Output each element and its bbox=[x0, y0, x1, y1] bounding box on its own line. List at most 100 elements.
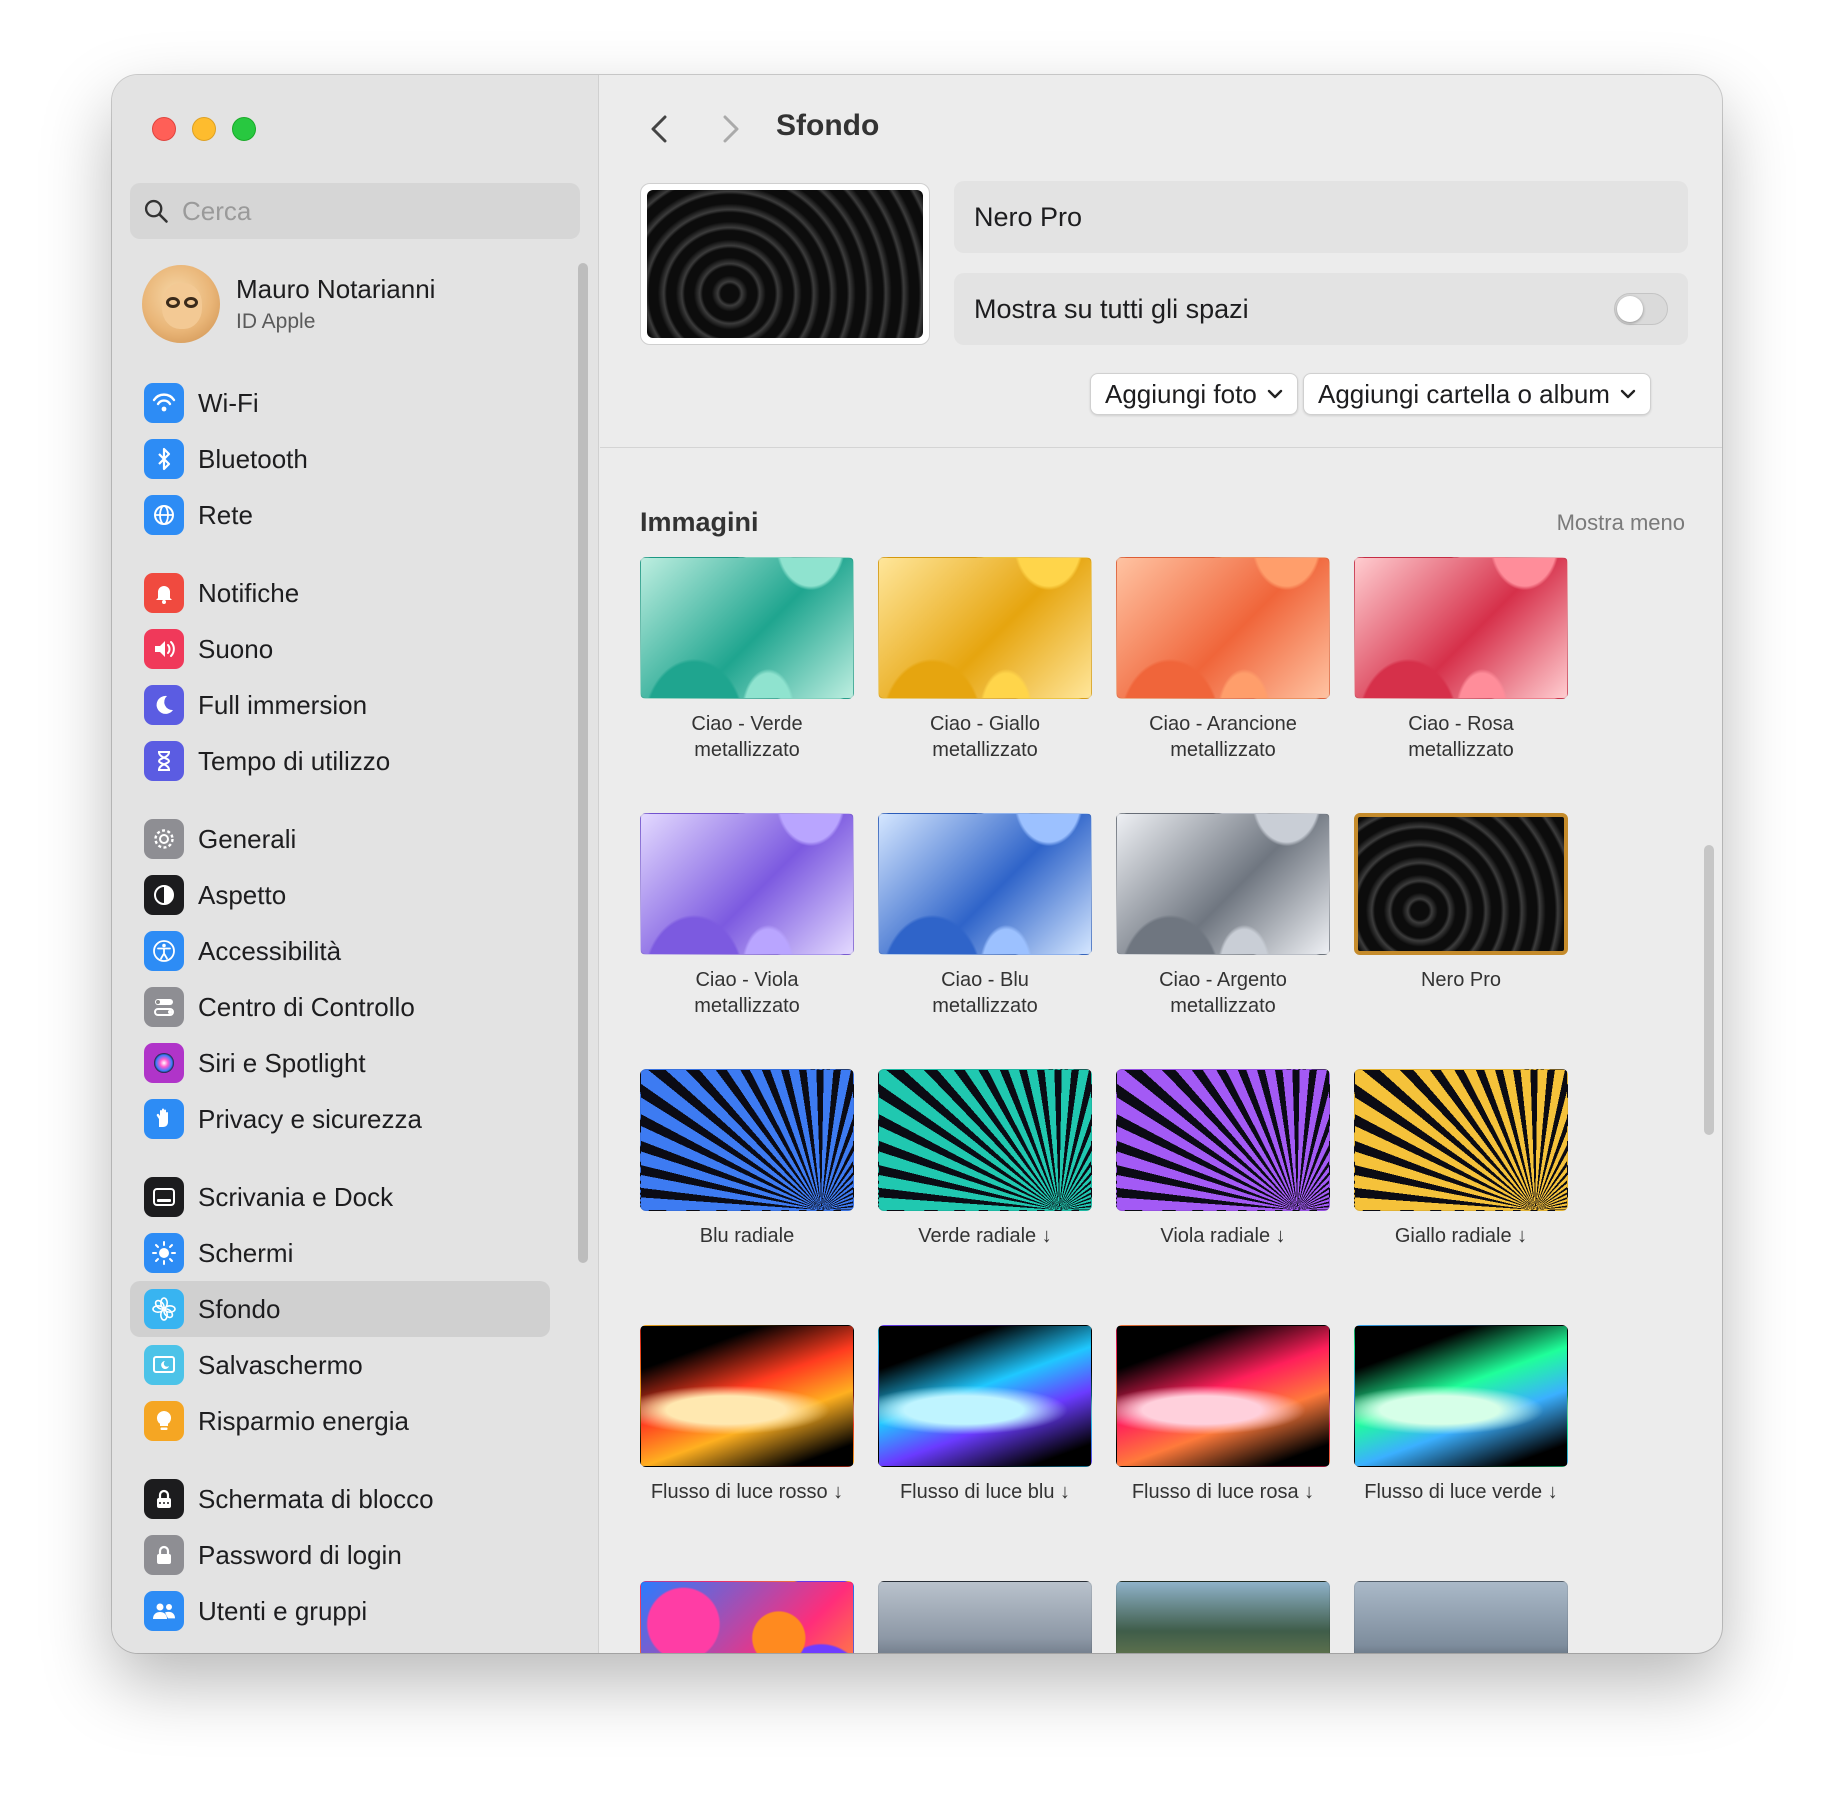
page-title: Sfondo bbox=[776, 109, 880, 142]
wallpaper-caption: Ciao - Verde metallizzato bbox=[691, 713, 803, 761]
add-photo-button[interactable]: Aggiungi foto bbox=[1090, 373, 1298, 415]
wallpaper-thumbnail bbox=[640, 1069, 854, 1211]
sidebar-item-schermata-di-blocco[interactable]: Schermata di blocco bbox=[130, 1471, 550, 1527]
wallpaper-caption: Verde radiale ↓ bbox=[918, 1225, 1052, 1247]
wallpaper-thumbnail bbox=[878, 557, 1092, 699]
apple-id-profile[interactable]: Mauro Notarianni ID Apple bbox=[142, 265, 435, 343]
sidebar-item-centro-di-controllo[interactable]: Centro di Controllo bbox=[130, 979, 550, 1035]
wallpaper-tile[interactable]: Viola radiale ↓ bbox=[1116, 1069, 1330, 1249]
wallpaper-caption: Flusso di luce verde ↓ bbox=[1364, 1481, 1558, 1503]
add-folder-button[interactable]: Aggiungi cartella o album bbox=[1303, 373, 1651, 415]
sidebar-item-rete[interactable]: Rete bbox=[130, 487, 550, 543]
hand-icon bbox=[144, 1099, 184, 1139]
sidebar-group: Wi-Fi Bluetooth Rete bbox=[130, 375, 550, 543]
sidebar-scrollbar[interactable] bbox=[578, 263, 588, 1263]
wallpaper-thumbnail bbox=[1354, 1581, 1568, 1653]
wallpaper-tile[interactable] bbox=[1116, 1581, 1330, 1653]
sidebar-nav: Wi-Fi Bluetooth Rete Notifiche Suono Full imm… bbox=[130, 375, 550, 1653]
sidebar-item-label: Full immersion bbox=[198, 689, 368, 720]
search-icon bbox=[144, 199, 168, 223]
wallpaper-caption: Nero Pro bbox=[1420, 969, 1502, 991]
show-all-spaces-toggle[interactable] bbox=[1614, 293, 1668, 325]
wallpaper-thumbnail bbox=[878, 1581, 1092, 1653]
sidebar-item-notifiche[interactable]: Notifiche bbox=[130, 565, 550, 621]
wallpaper-tile[interactable] bbox=[1354, 1581, 1568, 1653]
wallpaper-caption: Flusso di luce rosa ↓ bbox=[1131, 1481, 1315, 1503]
wallpaper-tile[interactable]: Giallo radiale ↓ bbox=[1354, 1069, 1568, 1249]
wallpaper-tile[interactable]: Nero Pro bbox=[1354, 813, 1568, 993]
zoom-button[interactable] bbox=[232, 117, 256, 141]
sidebar-group: Notifiche Suono Full immersion Tempo di uti… bbox=[130, 565, 550, 789]
wallpaper-thumbnail bbox=[1116, 813, 1330, 955]
appearance-icon bbox=[144, 875, 184, 915]
sidebar-item-password-di-login[interactable]: Password di login bbox=[130, 1527, 550, 1583]
sidebar-group: Scrivania e Dock Schermi Sfondo Salvascherm… bbox=[130, 1169, 550, 1449]
search-input[interactable] bbox=[182, 195, 542, 227]
gallery-scroll-area[interactable]: Ciao - Verde metallizzato Ciao - Giallo m… bbox=[600, 448, 1722, 1653]
speaker-icon bbox=[144, 629, 184, 669]
sidebar-item-label: Rete bbox=[198, 499, 253, 530]
wallpaper-tile[interactable]: Ciao - Blu metallizzato bbox=[878, 813, 1092, 1019]
close-button[interactable] bbox=[152, 117, 176, 141]
sidebar-item-generali[interactable]: Generali bbox=[130, 811, 550, 867]
sidebar-item-label: Password di login bbox=[198, 1539, 402, 1570]
users-icon bbox=[144, 1591, 184, 1631]
forward-button[interactable] bbox=[708, 107, 752, 151]
wallpaper-thumbnail bbox=[1354, 557, 1568, 699]
sidebar-group: Schermata di blocco Password di login Uten… bbox=[130, 1471, 550, 1639]
search-field[interactable] bbox=[130, 183, 580, 239]
sidebar-item-sfondo[interactable]: Sfondo bbox=[130, 1281, 550, 1337]
profile-subtitle: ID Apple bbox=[236, 310, 316, 333]
bulb-icon bbox=[144, 1401, 184, 1441]
sidebar-item-siri-e-spotlight[interactable]: Siri e Spotlight bbox=[130, 1035, 550, 1091]
wallpaper-name-field: Nero Pro bbox=[954, 181, 1688, 253]
wallpaper-tile[interactable]: Ciao - Viola metallizzato bbox=[640, 813, 854, 1019]
sidebar-item-utenti-e-gruppi[interactable]: Utenti e gruppi bbox=[130, 1583, 550, 1639]
wallpaper-caption: Ciao - Viola metallizzato bbox=[694, 969, 800, 1017]
wallpaper-tile[interactable]: Verde radiale ↓ bbox=[878, 1069, 1092, 1249]
wallpaper-thumbnail bbox=[878, 813, 1092, 955]
wallpaper-caption: Blu radiale bbox=[699, 1225, 795, 1247]
sidebar-item-label: Accessibilità bbox=[198, 935, 342, 966]
wallpaper-tile[interactable]: Ciao - Argento metallizzato bbox=[1116, 813, 1330, 1019]
sidebar-item-aspetto[interactable]: Aspetto bbox=[130, 867, 550, 923]
back-button[interactable] bbox=[638, 107, 682, 151]
gear-icon bbox=[144, 819, 184, 859]
sidebar-item-label: Generali bbox=[198, 823, 297, 854]
sidebar-item-risparmio-energia[interactable]: Risparmio energia bbox=[130, 1393, 550, 1449]
wallpaper-tile[interactable]: Flusso di luce blu ↓ bbox=[878, 1325, 1092, 1505]
sidebar-item-label: Wi-Fi bbox=[198, 387, 259, 418]
sidebar-item-label: Suono bbox=[198, 633, 274, 664]
sidebar-item-accessibilita[interactable]: Accessibilità bbox=[130, 923, 550, 979]
wallpaper-tile[interactable]: Flusso di luce rosa ↓ bbox=[1116, 1325, 1330, 1505]
wallpaper-tile[interactable] bbox=[640, 1581, 854, 1653]
sidebar-item-salvaschermo[interactable]: Salvaschermo bbox=[130, 1337, 550, 1393]
content-scrollbar[interactable] bbox=[1704, 845, 1714, 1135]
sidebar-item-label: Bluetooth bbox=[198, 443, 308, 474]
sidebar-item-label: Aspetto bbox=[198, 879, 287, 910]
wallpaper-tile[interactable]: Ciao - Arancione metallizzato bbox=[1116, 557, 1330, 763]
wallpaper-caption: Ciao - Blu metallizzato bbox=[932, 969, 1038, 1017]
wallpaper-tile[interactable]: Flusso di luce verde ↓ bbox=[1354, 1325, 1568, 1505]
sidebar-item-schermi[interactable]: Schermi bbox=[130, 1225, 550, 1281]
wallpaper-tile[interactable]: Ciao - Giallo metallizzato bbox=[878, 557, 1092, 763]
sidebar-item-bluetooth[interactable]: Bluetooth bbox=[130, 431, 550, 487]
sidebar-item-tempo-di-utilizzo[interactable]: Tempo di utilizzo bbox=[130, 733, 550, 789]
wallpaper-tile[interactable]: Ciao - Rosa metallizzato bbox=[1354, 557, 1568, 763]
sidebar-item-privacy-e-sicurezza[interactable]: Privacy e sicurezza bbox=[130, 1091, 550, 1147]
main-pane: Sfondo Nero Pro Mostra su tutti gli spaz… bbox=[600, 75, 1722, 1653]
minimize-button[interactable] bbox=[192, 117, 216, 141]
wallpaper-tile[interactable] bbox=[878, 1581, 1092, 1653]
current-wallpaper-preview bbox=[640, 183, 930, 345]
add-folder-label: Aggiungi cartella o album bbox=[1318, 378, 1610, 409]
sidebar-item-suono[interactable]: Suono bbox=[130, 621, 550, 677]
wallpaper-caption: Flusso di luce blu ↓ bbox=[899, 1481, 1071, 1503]
sidebar-item-label: Centro di Controllo bbox=[198, 991, 415, 1022]
wallpaper-tile[interactable]: Blu radiale bbox=[640, 1069, 854, 1249]
wallpaper-tile[interactable]: Flusso di luce rosso ↓ bbox=[640, 1325, 854, 1505]
wallpaper-tile[interactable]: Ciao - Verde metallizzato bbox=[640, 557, 854, 763]
wallpaper-caption: Ciao - Rosa metallizzato bbox=[1408, 713, 1514, 761]
sidebar-item-full-immersion[interactable]: Full immersion bbox=[130, 677, 550, 733]
sidebar-item-scrivania-e-dock[interactable]: Scrivania e Dock bbox=[130, 1169, 550, 1225]
sidebar-item-wi-fi[interactable]: Wi-Fi bbox=[130, 375, 550, 431]
